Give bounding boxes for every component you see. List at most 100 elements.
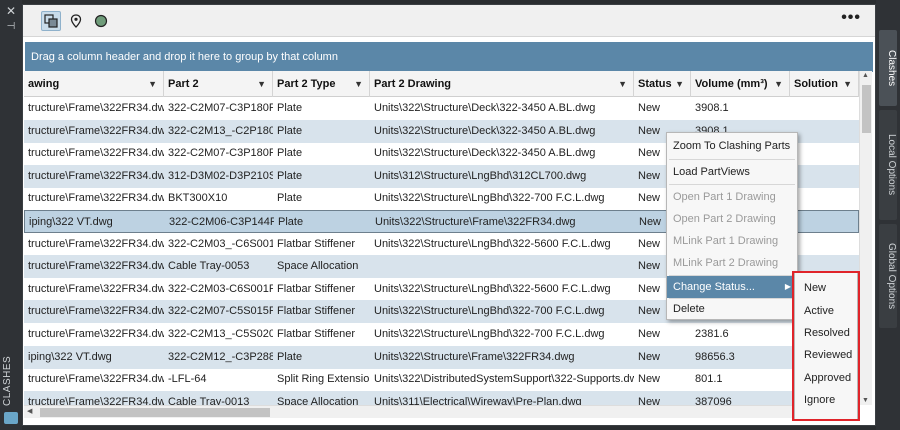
more-options-icon[interactable]: ••• xyxy=(841,10,861,26)
group-by-panel[interactable]: Drag a column header and drop it here to… xyxy=(25,42,873,72)
table-row[interactable]: tructure\Frame\322FR34.dwg -LFL-64 Split R… xyxy=(24,368,859,391)
menu-item-mlink-part1-drawing: MLink Part 1 Drawing xyxy=(673,235,779,247)
pin-icon[interactable]: ⊣ xyxy=(4,20,18,34)
table-cell: Split Ring Extension xyxy=(277,373,370,386)
table-cell: 322-C2M07-C3P180P xyxy=(168,147,273,160)
filter-icon[interactable]: ▼ xyxy=(618,71,627,97)
location-pin-icon[interactable] xyxy=(66,11,86,31)
table-cell: Flatbar Stiffener xyxy=(277,237,356,250)
menu-item-open-part1-drawing: Open Part 1 Drawing xyxy=(673,191,776,203)
menu-item-change-status[interactable]: Change Status... ▶ xyxy=(667,276,797,298)
table-cell: Units\322\Structure\LngBhd\322-700 F.C.L… xyxy=(374,305,605,318)
table-cell: 322-C2M13_-C5S020S xyxy=(168,328,273,340)
table-cell: tructure\Frame\322FR34.dwg xyxy=(28,328,164,340)
scroll-down-icon[interactable]: ▼ xyxy=(862,397,869,404)
table-cell: Plate xyxy=(278,216,304,228)
column-header-part2-type[interactable]: Part 2 Type ▼ xyxy=(273,71,370,97)
column-header-part2-drawing[interactable]: Part 2 Drawing ▼ xyxy=(370,71,634,97)
column-header-label: Volume (mm³) xyxy=(695,78,768,90)
table-cell: Space Allocation xyxy=(277,260,359,273)
menu-separator xyxy=(669,184,795,185)
table-cell xyxy=(791,211,859,234)
globe-icon[interactable] xyxy=(91,11,111,31)
clash-view-icon[interactable] xyxy=(41,11,61,31)
filter-icon[interactable]: ▼ xyxy=(675,71,684,97)
table-cell: Plate xyxy=(277,124,303,137)
filter-icon[interactable]: ▼ xyxy=(843,71,852,97)
table-cell: tructure\Frame\322FR34.dwg xyxy=(28,237,164,250)
table-cell: Units\322\Structure\LngBhd\322-5600 F.C.… xyxy=(374,282,611,295)
table-cell: tructure\Frame\322FR34.dwg xyxy=(28,305,164,318)
table-cell: Units\322\Structure\Frame\322FR34.dwg xyxy=(375,216,576,228)
column-header-label: awing xyxy=(28,78,60,90)
tab-global-options[interactable]: Global Options xyxy=(879,224,897,328)
menu-item-label: Change Status... xyxy=(673,281,755,293)
table-cell: Flatbar Stiffener xyxy=(277,305,356,318)
table-cell: Units\322\DistributedSystemSupport\322-S… xyxy=(374,373,634,386)
column-header-label: Part 2 Type xyxy=(277,78,336,90)
menu-separator xyxy=(669,159,795,160)
table-cell: Flatbar Stiffener xyxy=(277,282,356,295)
table-cell: tructure\Frame\322FR34.dwg xyxy=(28,169,164,182)
vertical-scrollbar[interactable]: ▲ ▼ xyxy=(859,71,872,405)
filter-icon[interactable]: ▼ xyxy=(148,71,157,97)
filter-icon[interactable]: ▼ xyxy=(354,71,363,97)
table-cell: 98656.3 xyxy=(695,350,735,363)
table-cell xyxy=(790,97,859,120)
table-cell: 2381.6 xyxy=(695,328,729,340)
column-header-solution[interactable]: Solution ▼ xyxy=(790,71,859,97)
tab-clashes[interactable]: Clashes xyxy=(879,30,897,106)
table-row[interactable]: tructure\Frame\322FR34.dwg 322-C2M13_-C5S… xyxy=(24,323,859,346)
column-header-part2[interactable]: Part 2 ▼ xyxy=(164,71,273,97)
filter-icon[interactable]: ▼ xyxy=(774,71,783,97)
column-header-part1-drawing[interactable]: awing ▼ xyxy=(24,71,164,97)
table-cell: 312-D3M02-D3P210S xyxy=(168,169,273,182)
table-cell: tructure\Frame\322FR34.dwg xyxy=(28,192,164,205)
table-cell: 322-C2M03-C6S001P xyxy=(168,282,273,295)
filter-icon[interactable]: ▼ xyxy=(257,71,266,97)
table-cell: Cable Tray-0053 xyxy=(168,260,250,273)
table-cell: Units\312\Structure\LngBhd\312CL700.dwg xyxy=(374,169,587,182)
table-row[interactable]: iping\322 VT.dwg 322-C2M12_-C3P288S Plate U… xyxy=(24,345,859,369)
table-cell: 322-C2M03_-C6S001S xyxy=(168,237,273,250)
table-cell: Plate xyxy=(277,192,303,205)
table-cell: New xyxy=(638,328,661,340)
table-cell: tructure\Frame\322FR34.dwg xyxy=(28,147,164,160)
column-header-label: Status xyxy=(638,78,672,90)
table-cell xyxy=(790,165,859,188)
table-row[interactable]: tructure\Frame\322FR34.dwg 322-C2M07-C3P1… xyxy=(24,97,859,120)
table-cell: Units\322\Structure\Deck\322-3450 A.BL.d… xyxy=(374,124,596,137)
table-cell: iping\322 VT.dwg xyxy=(29,216,113,228)
table-cell: tructure\Frame\322FR34.dwg xyxy=(28,124,164,137)
column-header-label: Part 2 xyxy=(168,78,199,90)
table-cell: 322-C2M07-C3P180P xyxy=(168,102,273,114)
table-cell: tructure\Frame\322FR34.dwg xyxy=(28,282,164,295)
column-header-status[interactable]: Status ▼ xyxy=(634,71,691,97)
scroll-thumb[interactable] xyxy=(40,408,270,417)
scroll-left-icon[interactable]: ◀ xyxy=(27,407,32,415)
table-cell: 322-C2M13_-C2P180S xyxy=(168,124,273,137)
app-logo-icon xyxy=(4,412,18,424)
grid-header-row: awing ▼ Part 2 ▼ Part 2 Type ▼ Part 2 Drawi… xyxy=(24,71,859,97)
horizontal-scrollbar[interactable]: ◀ ▶ xyxy=(24,405,859,418)
close-icon[interactable]: ✕ xyxy=(4,4,18,18)
table-cell: Units\322\Structure\LngBhd\322-700 F.C.L… xyxy=(374,192,605,205)
table-cell: Plate xyxy=(277,169,303,182)
table-cell: Units\322\Structure\LngBhd\322-5600 F.C.… xyxy=(374,237,611,250)
table-cell xyxy=(790,120,859,143)
menu-item-load-partviews[interactable]: Load PartViews xyxy=(667,161,797,183)
column-header-volume[interactable]: Volume (mm³) ▼ xyxy=(691,71,790,97)
table-cell: tructure\Frame\322FR34.dwg xyxy=(28,102,164,114)
menu-item-zoom-to-clashing-parts[interactable]: Zoom To Clashing Parts xyxy=(667,135,797,157)
table-cell: New xyxy=(638,373,661,386)
table-cell: Plate xyxy=(277,102,303,114)
scroll-up-icon[interactable]: ▲ xyxy=(862,72,869,79)
scroll-thumb[interactable] xyxy=(862,85,871,133)
table-cell: BKT300X10 xyxy=(168,192,228,205)
menu-item-delete[interactable]: Delete xyxy=(667,298,797,320)
table-cell: New xyxy=(638,102,661,114)
table-cell: -LFL-64 xyxy=(168,373,207,386)
table-cell xyxy=(790,187,859,210)
tab-local-options[interactable]: Local Options xyxy=(879,110,897,220)
table-cell xyxy=(790,233,859,256)
